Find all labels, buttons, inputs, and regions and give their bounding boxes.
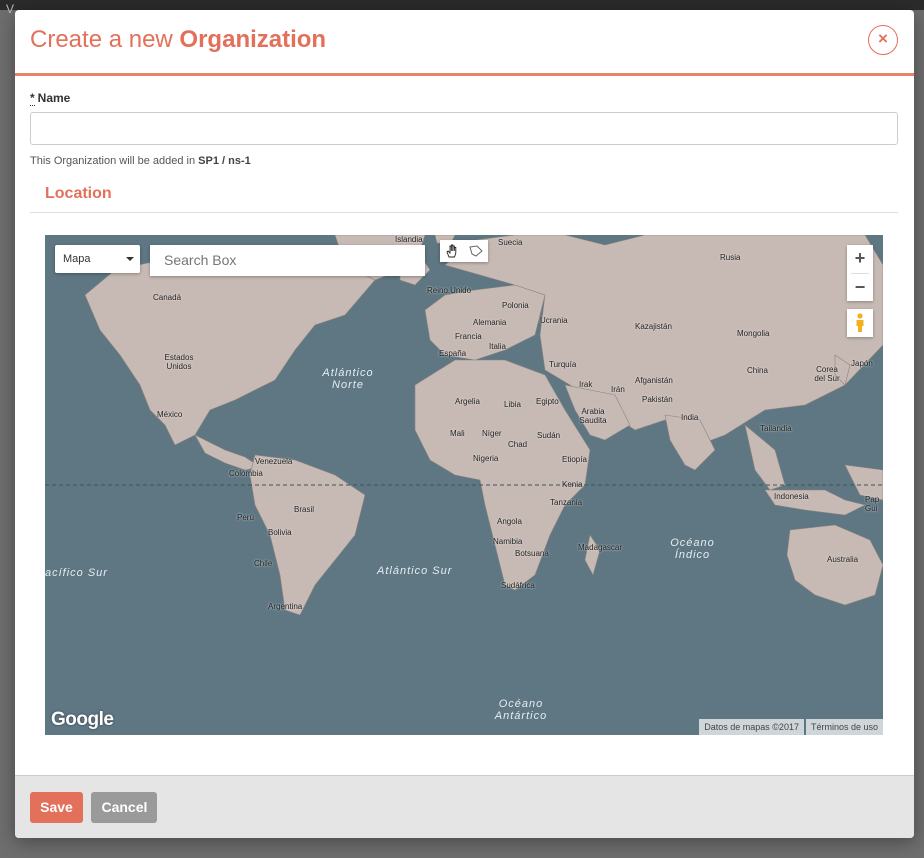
dropdown-caret-icon [126, 257, 134, 261]
map-label: Sudáfrica [501, 581, 535, 590]
map-attribution: Datos de mapas ©2017 Términos de uso [697, 719, 883, 735]
map-label: Bolivia [268, 528, 292, 537]
modal-title-emphasis: Organization [179, 26, 327, 53]
map-label: China [747, 366, 768, 375]
cancel-button[interactable]: Cancel [91, 792, 158, 823]
close-button[interactable]: × [868, 25, 898, 55]
map-label: Botsuana [515, 549, 549, 558]
map-label: Argentina [268, 602, 303, 611]
map-label: Perú [237, 513, 254, 522]
ocean-label: acífico Sur [45, 567, 108, 579]
map-label: Namibia [493, 537, 523, 546]
map-label: Kazajistán [635, 322, 672, 331]
map-label: Libia [504, 400, 521, 409]
location-map[interactable]: Islandia Suecia Rusia Canadá Reino Unido… [45, 235, 883, 735]
modal-footer: Save Cancel [15, 775, 914, 838]
map-label: México [157, 410, 183, 419]
map-label: Nigeria [473, 454, 499, 463]
map-label: Estados Unidos [164, 353, 194, 371]
google-logo: Google [51, 709, 114, 730]
map-label: Indonesia [774, 492, 809, 501]
zoom-control: + − [847, 245, 873, 301]
map-label: Venezuela [255, 457, 293, 466]
required-mark: * [30, 91, 35, 106]
save-button[interactable]: Save [30, 792, 83, 823]
map-label: Islandia [395, 235, 423, 244]
create-organization-modal: Create a new Organization × * Name This O… [15, 10, 914, 838]
map-label: Níger [482, 429, 502, 438]
pan-hand-icon[interactable] [440, 240, 464, 262]
map-label: Afganistán [635, 376, 673, 385]
map-label: Alemania [473, 318, 507, 327]
map-label: Argelia [455, 397, 480, 406]
backdrop-text: V [6, 2, 15, 16]
map-label: Egipto [536, 397, 559, 406]
map-label: Rusia [720, 253, 741, 262]
map-label: India [681, 413, 699, 422]
name-label: * Name [30, 91, 899, 106]
map-label: Pakistán [642, 395, 673, 404]
map-label: Angola [497, 517, 522, 526]
street-view-button[interactable] [847, 309, 873, 337]
draw-polygon-icon[interactable] [464, 240, 488, 262]
map-type-select[interactable]: Mapa [55, 245, 140, 273]
name-label-text: Name [37, 91, 71, 105]
map-label: Reino Unido [427, 286, 472, 295]
pegman-icon [856, 313, 864, 332]
modal-title-prefix: Create a new [30, 26, 180, 53]
modal-header: Create a new Organization × [15, 10, 914, 76]
ocean-label: Atlántico Norte [322, 367, 374, 391]
map-data-attribution: Datos de mapas ©2017 [699, 719, 804, 735]
map-label: Pap Gui [865, 495, 880, 513]
map-label: Chile [254, 559, 273, 568]
map-label: Colombia [229, 469, 263, 478]
map-label: Japón [851, 359, 873, 368]
location-section-title: Location [45, 185, 112, 202]
map-search-input[interactable] [150, 245, 425, 276]
map-label: Arabia Saudita [579, 407, 607, 425]
zoom-out-button[interactable]: − [847, 274, 873, 302]
map-label: Francia [455, 332, 482, 341]
world-map-land [45, 235, 883, 616]
map-label: Ucrania [540, 316, 568, 325]
map-terms-link[interactable]: Términos de uso [805, 719, 883, 735]
help-text: This Organization will be added in SP1 /… [30, 155, 899, 167]
map-label: España [439, 349, 467, 358]
help-text-prefix: This Organization will be added in [30, 155, 199, 167]
close-icon: × [878, 29, 888, 48]
map-label: Kenia [562, 480, 583, 489]
modal-title: Create a new Organization [30, 26, 899, 54]
help-text-location: SP1 / ns-1 [198, 155, 251, 167]
map-type-value: Mapa [63, 253, 91, 265]
map-label: Madagascar [578, 543, 623, 552]
map-label: Irán [611, 385, 625, 394]
map-label: Mali [450, 429, 465, 438]
map-label: Australia [827, 555, 859, 564]
map-label: Turquía [549, 360, 577, 369]
map-label: Suecia [498, 238, 523, 247]
map-label: Tanzania [550, 498, 583, 507]
ocean-label: Océano Índico [670, 537, 715, 561]
map-label: Polonia [502, 301, 529, 310]
map-label: Mongolia [737, 329, 770, 338]
backdrop-app-bar: V [0, 0, 924, 15]
map-label: Tailandia [760, 424, 792, 433]
zoom-in-button[interactable]: + [847, 245, 873, 273]
name-input[interactable] [30, 112, 898, 145]
map-label: Sudán [537, 431, 561, 440]
location-section-header: Location [30, 185, 898, 213]
ocean-label: Océano Antártico [494, 698, 548, 722]
map-label: Brasil [294, 505, 315, 514]
modal-body: * Name This Organization will be added in… [15, 76, 914, 735]
map-label: Etiopía [562, 455, 587, 464]
map-label: Chad [508, 440, 528, 449]
map-label: Corea del Sur [814, 365, 840, 383]
map-label: Italia [489, 342, 506, 351]
ocean-label: Atlántico Sur [377, 565, 453, 577]
map-label: Canadá [153, 293, 182, 302]
drawing-tools [440, 240, 488, 262]
map-label: Irak [579, 380, 593, 389]
